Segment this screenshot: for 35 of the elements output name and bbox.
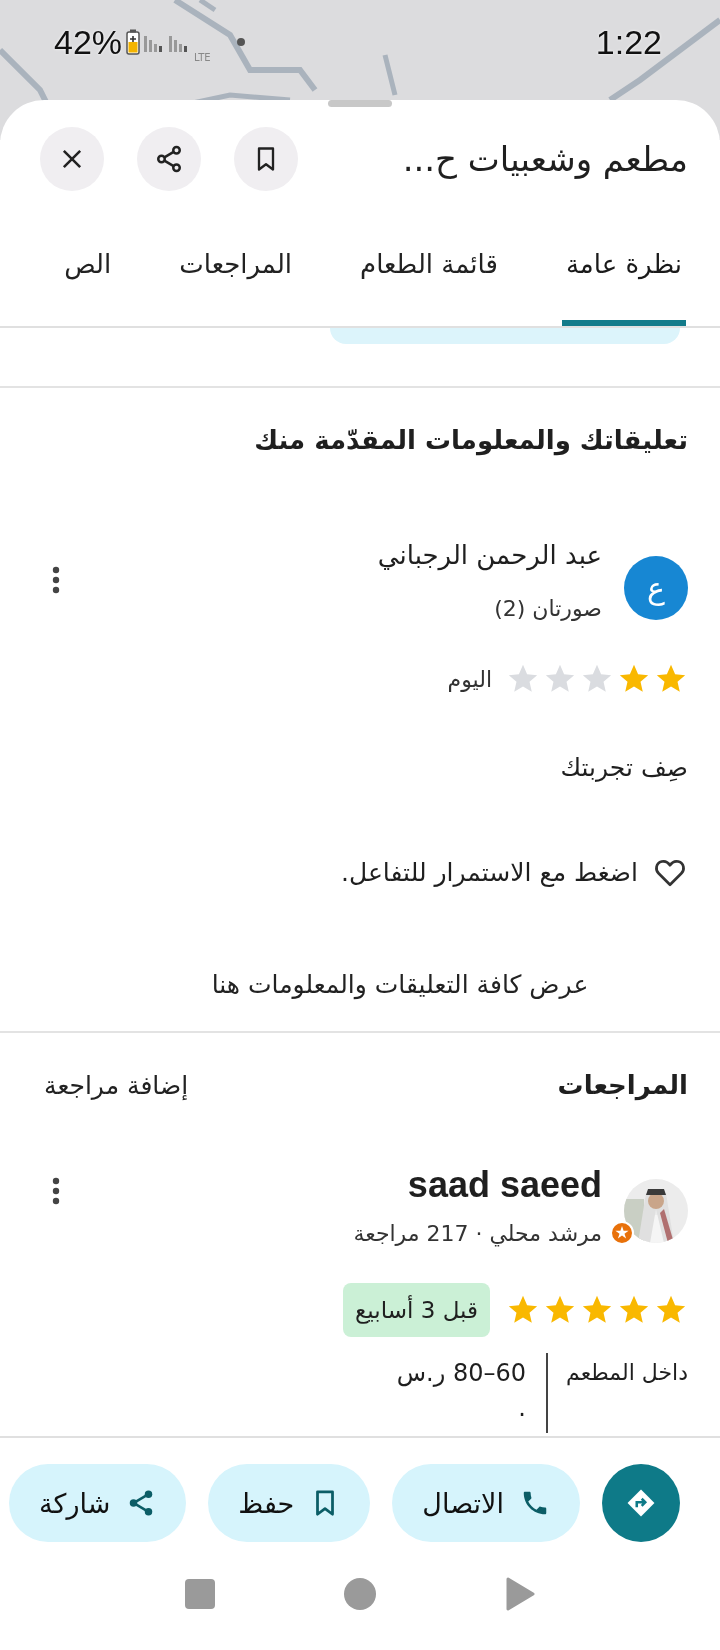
reviewer-name: saad saeed [407, 1165, 602, 1205]
user-avatar: ع [624, 556, 688, 620]
share-button[interactable]: شاركة [9, 1464, 187, 1542]
reviewer-info: مرشد محلي · 217 مراجعة [353, 1220, 602, 1249]
tab[interactable]: المراجعات [175, 208, 297, 326]
local-guide-badge-icon [610, 1221, 634, 1245]
share-icon [154, 144, 184, 174]
back-button[interactable] [505, 1576, 535, 1612]
describe-experience-field[interactable]: صِف تجربتك [560, 751, 688, 785]
more-options-icon[interactable] [52, 566, 60, 594]
view-all-link[interactable]: عرض كافة التعليقات والمعلومات هنا [211, 970, 589, 999]
section-heading: تعليقاتك والمعلومات المقدّمة منك [254, 424, 688, 456]
price-range: 60–80 ر.س [396, 1358, 526, 1389]
review-date: اليوم [447, 666, 492, 692]
home-button[interactable] [343, 1577, 377, 1611]
review-text: . [518, 1393, 526, 1423]
review-time-badge: قبل 3 أسابيع [343, 1283, 490, 1337]
section-heading: المراجعات [557, 1069, 688, 1101]
tab[interactable]: قائمة الطعام [356, 208, 502, 326]
save-button[interactable]: حفظ [208, 1464, 371, 1542]
network-type: LTE [194, 51, 211, 63]
service-type: داخل المطعم [546, 1353, 688, 1433]
call-button[interactable]: الاتصال [392, 1464, 580, 1542]
clock-time: 1:22 [595, 22, 662, 62]
more-options-icon[interactable] [52, 1177, 60, 1205]
add-review-link[interactable]: إضافة مراجعة [32, 1070, 189, 1100]
user-name: عبد الرحمن الرجباني [377, 539, 602, 572]
drag-handle[interactable] [328, 100, 392, 107]
battery-percentage: 42% [54, 22, 123, 62]
place-title: مطعم وشعبيات ح... [402, 139, 688, 179]
reaction-hint: اضغط مع الاستمرار للتفاعل. [341, 857, 638, 887]
notification-dot-icon [236, 38, 245, 46]
tab[interactable]: الص [60, 208, 116, 326]
battery-icon [126, 29, 141, 55]
photo-count: صورتان (2) [494, 595, 602, 623]
